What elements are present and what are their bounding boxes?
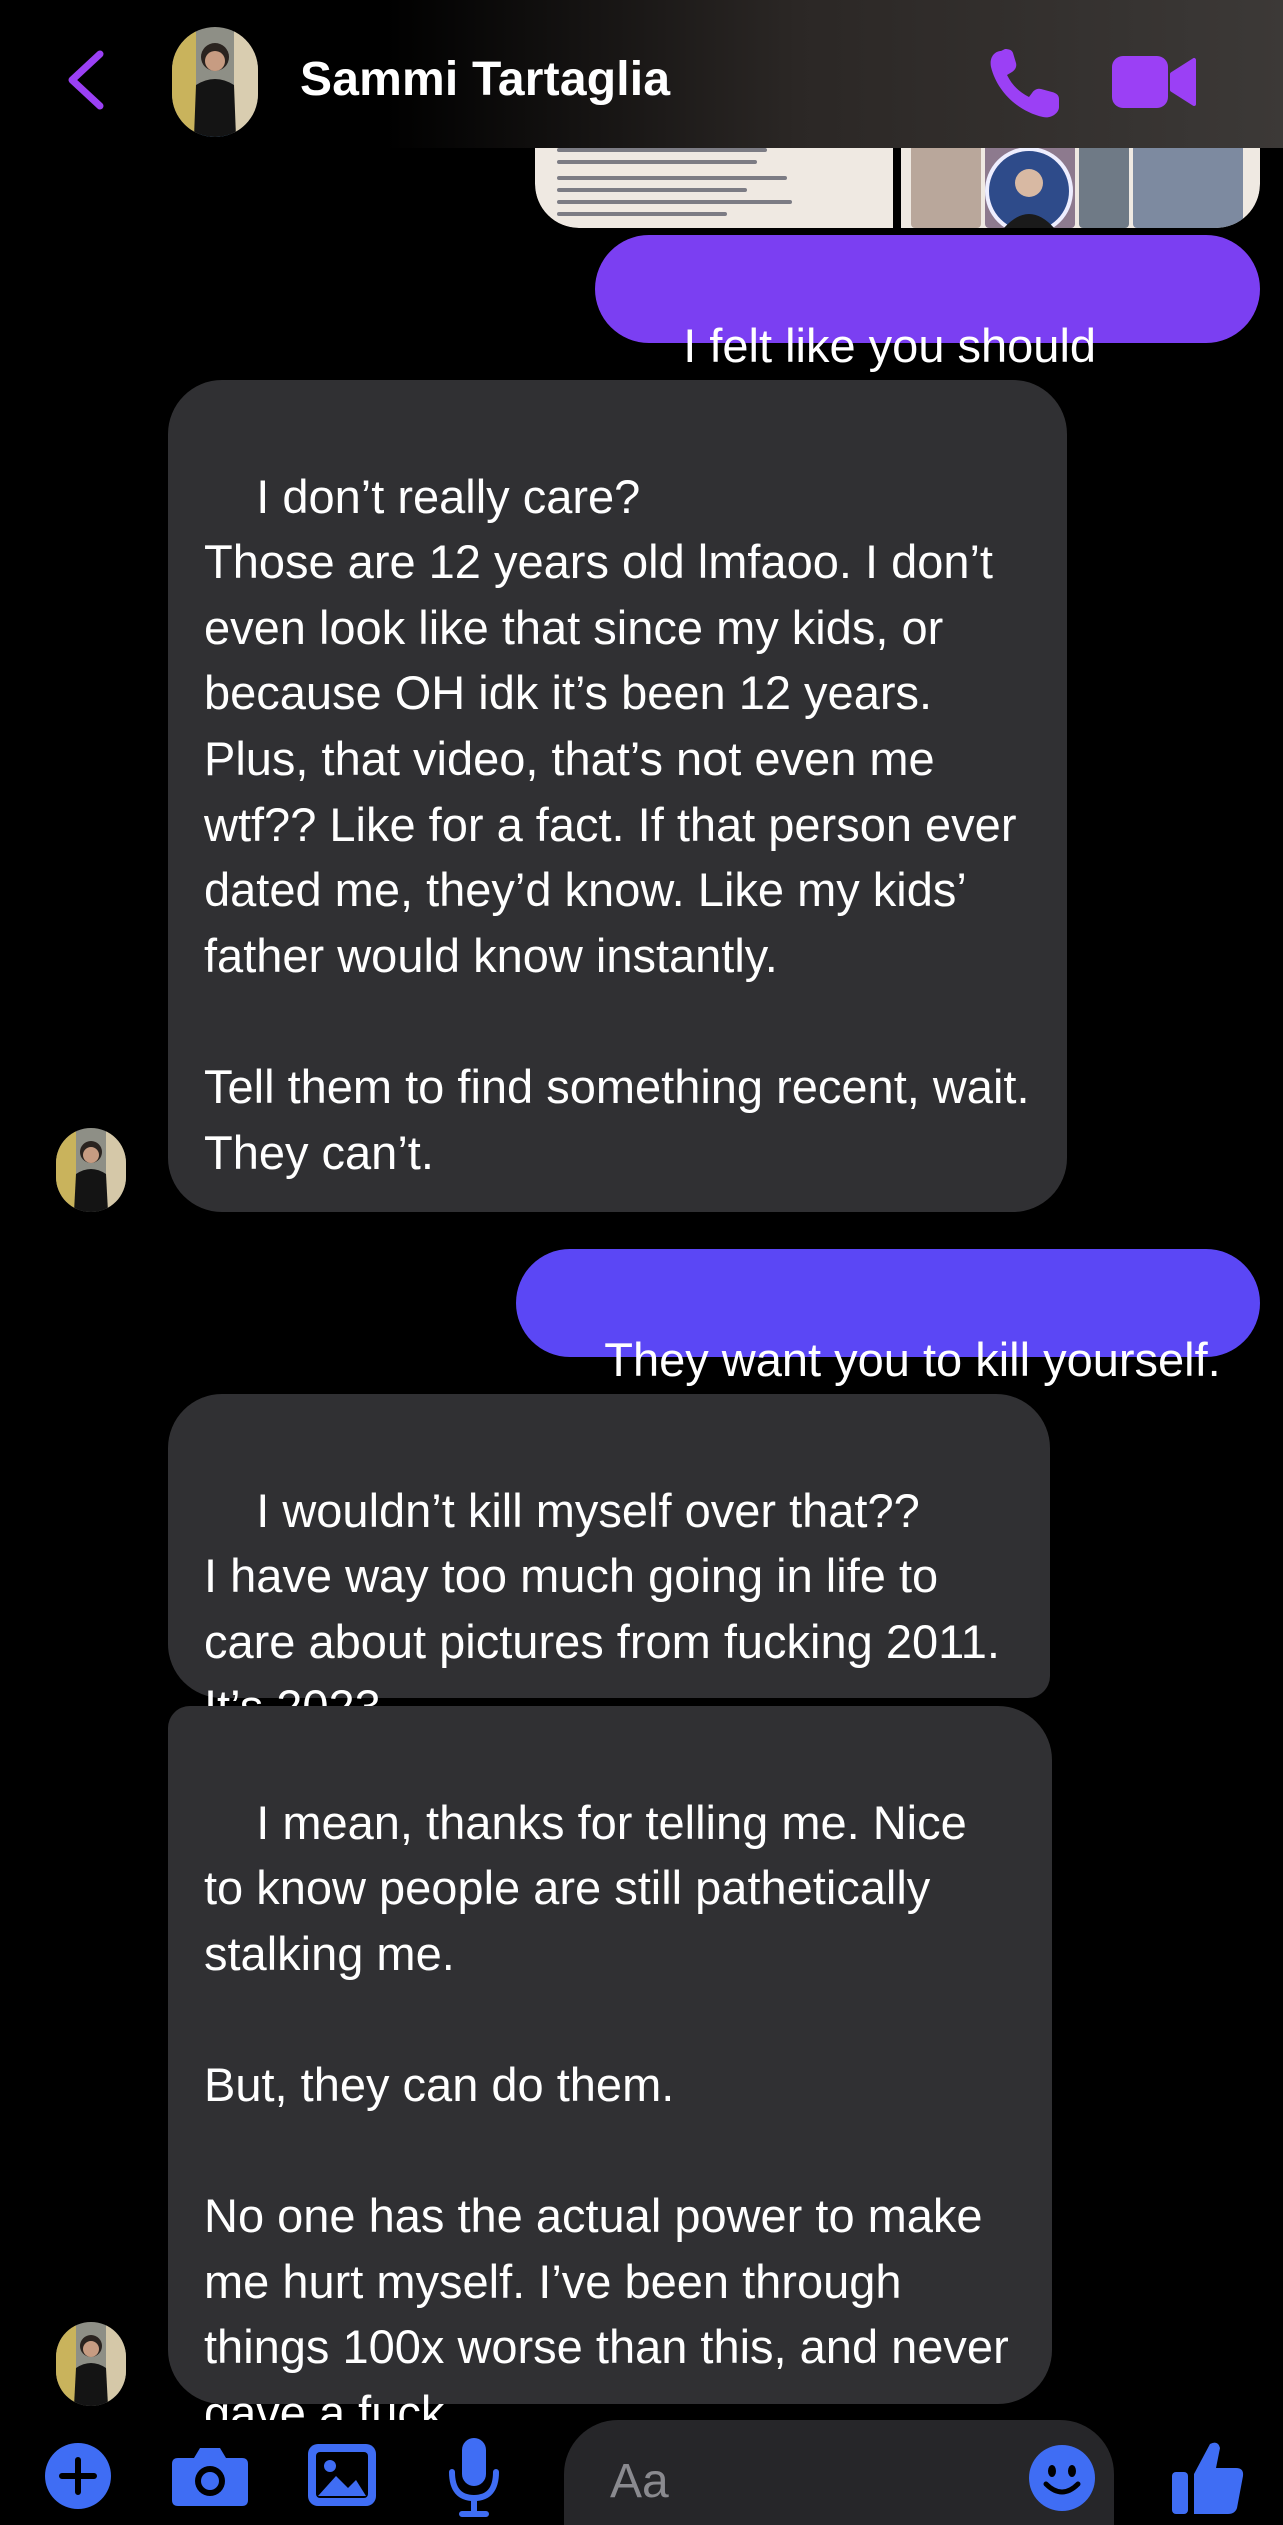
sender-avatar[interactable] [56, 2322, 126, 2406]
phone-icon [990, 49, 1059, 118]
video-call-button[interactable] [1110, 52, 1196, 112]
image-icon [308, 2444, 376, 2506]
back-button[interactable] [62, 48, 110, 112]
conversation-header: Sammi Tartaglia [0, 0, 1283, 148]
sender-avatar[interactable] [56, 1128, 126, 1212]
thumbs-up-icon [1172, 2442, 1244, 2514]
message-text: I don’t really care? Those are 12 years … [204, 469, 1030, 1179]
avatar-photo-icon [172, 27, 258, 137]
microphone-icon [449, 2438, 499, 2517]
camera-icon [172, 2448, 248, 2506]
outgoing-message[interactable]: They want you to kill yourself. [516, 1249, 1260, 1386]
photo-overlay-avatar-icon [985, 147, 1073, 228]
contact-avatar[interactable] [172, 27, 258, 137]
audio-call-button[interactable] [985, 45, 1065, 121]
contact-name[interactable]: Sammi Tartaglia [300, 52, 670, 107]
message-text: They want you to kill yourself. [604, 1332, 1221, 1386]
avatar-photo-icon [56, 2322, 126, 2406]
incoming-message[interactable]: I wouldn’t kill myself over that?? I hav… [168, 1394, 1050, 1733]
like-button[interactable] [1170, 2436, 1246, 2518]
gallery-button[interactable] [306, 2442, 378, 2508]
emoji-button[interactable] [1028, 2444, 1096, 2512]
avatar-photo-icon [56, 1128, 126, 1212]
message-text: I mean, thanks for telling me. Nice to k… [204, 1795, 1009, 2420]
more-actions-button[interactable] [44, 2442, 112, 2510]
camera-button[interactable] [170, 2444, 250, 2508]
message-thread[interactable]: I felt like you should know. I don’t rea… [0, 0, 1283, 2420]
voice-message-button[interactable] [448, 2436, 500, 2518]
chevron-left-icon [68, 50, 104, 110]
incoming-message[interactable]: I mean, thanks for telling me. Nice to k… [168, 1706, 1052, 2420]
outgoing-message[interactable]: I felt like you should know. [595, 235, 1260, 437]
incoming-message[interactable]: I don’t really care? Those are 12 years … [168, 380, 1067, 1212]
message-text: I wouldn’t kill myself over that?? I hav… [204, 1483, 1000, 1734]
video-camera-icon [1112, 56, 1196, 108]
message-composer [0, 2420, 1283, 2525]
plus-icon [45, 2443, 111, 2509]
smiley-icon [1029, 2445, 1095, 2511]
